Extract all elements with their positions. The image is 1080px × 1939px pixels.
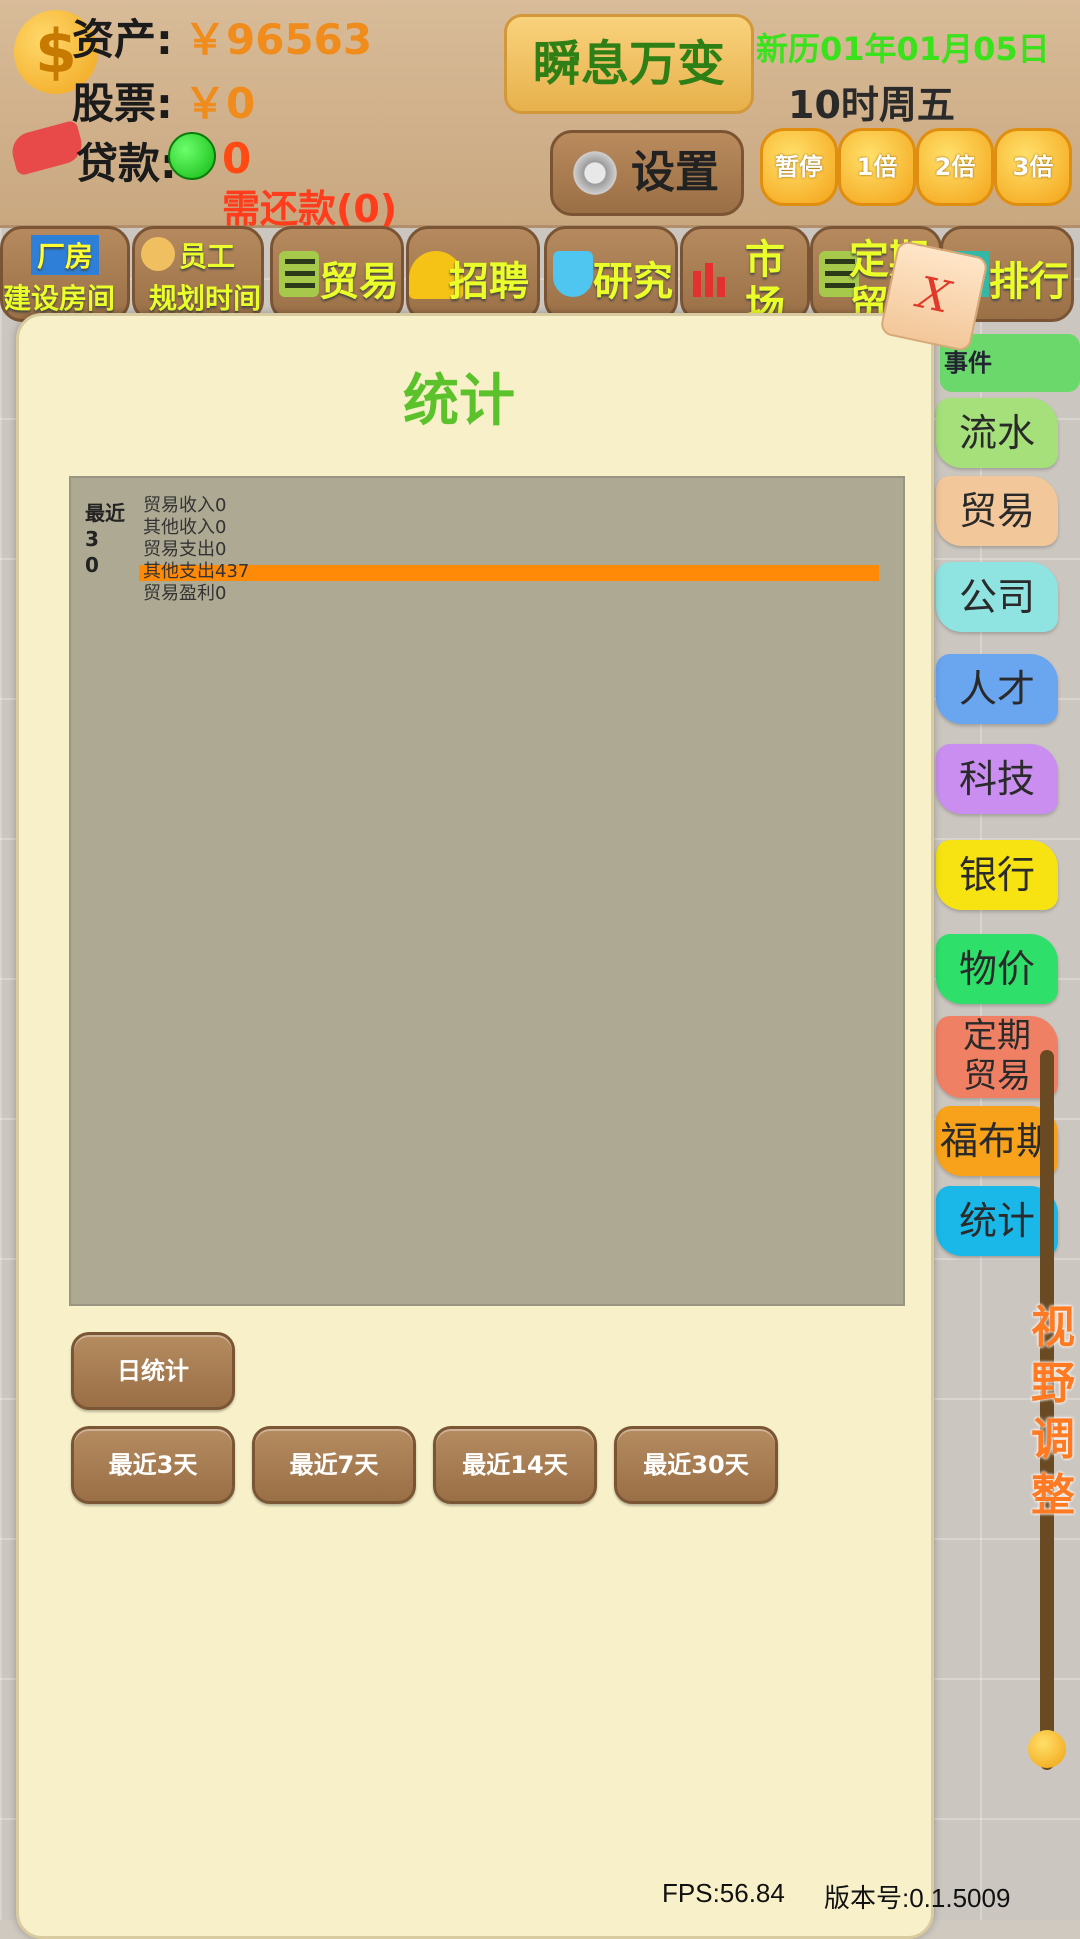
- chart-icon: [689, 251, 729, 297]
- stats-chart: 最近 3 0 贸易收入0 其他收入0 贸易支出0 其他支出437 贸易盈利0: [69, 476, 905, 1306]
- recruit-button[interactable]: 招聘: [406, 226, 540, 322]
- speed-1x-button[interactable]: 1倍: [838, 128, 916, 206]
- top-hud: $ 资产: ￥96563 股票: ￥0 贷款: 0 需还款(0) 瞬息万变 新历…: [0, 0, 1080, 231]
- loan-label: 贷款:: [76, 139, 177, 188]
- recruit-label: 招聘: [449, 259, 529, 305]
- stat-row: 贸易支出0: [143, 540, 883, 560]
- stat-row: 其他收入0: [143, 518, 883, 538]
- staff-button[interactable]: 员工 规划时间: [132, 226, 264, 322]
- assets-value: ￥96563: [184, 15, 373, 64]
- staff-label: 员工: [179, 240, 236, 273]
- plan-time-label: 规划时间: [149, 282, 262, 315]
- stat-bar: [139, 565, 879, 581]
- zoom-slider-handle[interactable]: [1028, 1730, 1066, 1768]
- last-7-days-button[interactable]: 最近7天: [252, 1426, 416, 1504]
- stat-label: 贸易收入0: [143, 495, 227, 516]
- daily-stats-button[interactable]: 日统计: [71, 1332, 235, 1410]
- side-tab-trade[interactable]: 贸易: [936, 476, 1058, 546]
- build-room-label: 建设房间: [3, 282, 116, 315]
- stat-label: 贸易支出0: [143, 539, 227, 560]
- worker-icon: [141, 237, 175, 271]
- assets-label: 资产:: [72, 15, 173, 64]
- panel-title: 统计: [403, 369, 515, 434]
- close-button[interactable]: X: [879, 239, 989, 353]
- research-button[interactable]: 研究: [544, 226, 678, 322]
- loan-value: 0: [222, 134, 252, 183]
- research-label: 研究: [593, 259, 673, 305]
- side-tab-company[interactable]: 公司: [936, 562, 1058, 632]
- stat-label: 贸易盈利0: [143, 583, 227, 604]
- last-3-days-button[interactable]: 最近3天: [71, 1426, 235, 1504]
- factory-label: 厂房: [31, 235, 100, 275]
- date-display: 新历01年01月05日: [756, 30, 1050, 68]
- stat-label: 其他收入0: [143, 517, 227, 538]
- statistics-panel: 统计 最近 3 0 贸易收入0 其他收入0 贸易支出0 其他支出437 贸易盈利0 日统计 …: [16, 313, 934, 1939]
- fps-display: FPS:56.84: [662, 1878, 785, 1908]
- stat-row: 贸易收入0: [143, 496, 883, 516]
- trade-button[interactable]: 贸易: [270, 226, 404, 322]
- period-label: 最近 3 0: [85, 501, 125, 577]
- side-tab-talent[interactable]: 人才: [936, 654, 1058, 724]
- zoom-label: 视野调整: [1031, 1302, 1075, 1521]
- side-tab-tech[interactable]: 科技: [936, 744, 1058, 814]
- repay-text: 需还款(0): [222, 187, 398, 231]
- stocks-value: ￥0: [184, 79, 256, 128]
- gear-icon: [569, 147, 621, 199]
- stat-row: 贸易盈利0: [143, 584, 883, 604]
- market-button[interactable]: 市 场: [680, 226, 810, 322]
- list-icon: [279, 251, 319, 297]
- game-mode-button[interactable]: 瞬息万变: [504, 14, 754, 114]
- ranking-label: 排行: [989, 259, 1069, 305]
- loan-status-icon[interactable]: [168, 132, 216, 180]
- last-14-days-button[interactable]: 最近14天: [433, 1426, 597, 1504]
- factory-button[interactable]: 厂房 建设房间: [0, 226, 130, 322]
- settings-button[interactable]: 设置: [550, 130, 744, 216]
- side-tab-ledger[interactable]: 流水: [936, 398, 1058, 468]
- settings-label: 设置: [631, 147, 719, 198]
- time-display: 10时周五: [788, 83, 955, 127]
- version-display: 版本号:0.1.5009: [824, 1883, 1011, 1913]
- flask-icon: [553, 251, 593, 297]
- last-30-days-button[interactable]: 最近30天: [614, 1426, 778, 1504]
- stocks-label: 股票:: [72, 79, 173, 128]
- stat-label: 其他支出437: [143, 561, 250, 582]
- speed-2x-button[interactable]: 2倍: [916, 128, 994, 206]
- speed-3x-button[interactable]: 3倍: [994, 128, 1072, 206]
- pause-button[interactable]: 暂停: [760, 128, 838, 206]
- side-tab-bank[interactable]: 银行: [936, 840, 1058, 910]
- side-tab-prices[interactable]: 物价: [936, 934, 1058, 1004]
- trade-label: 贸易: [319, 259, 399, 305]
- stat-row: 其他支出437: [139, 561, 883, 582]
